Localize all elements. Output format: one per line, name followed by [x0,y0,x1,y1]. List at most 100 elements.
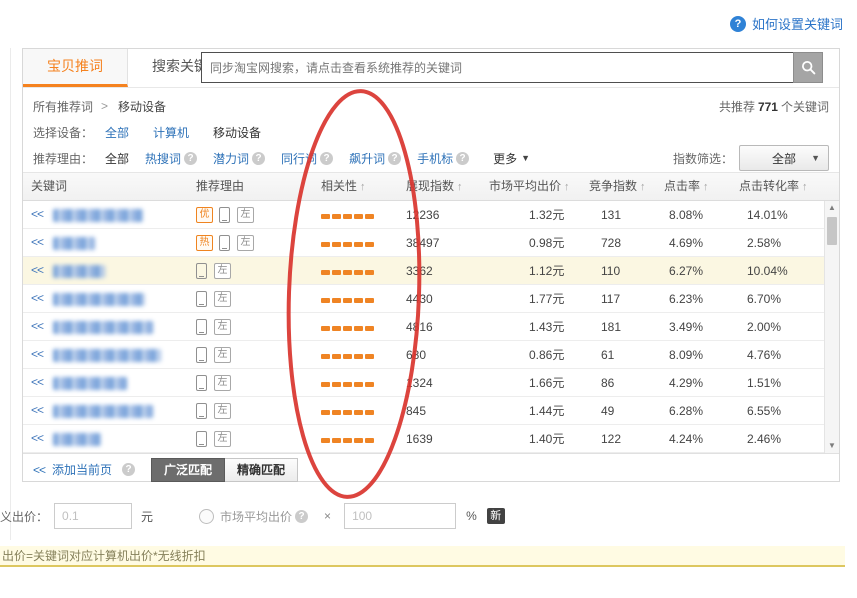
market-price-radio[interactable] [199,509,214,524]
reason-option-label[interactable]: 热搜词 [145,150,181,167]
help-icon[interactable]: ? [388,152,401,165]
ctr-value: 4.24% [656,432,731,446]
breadcrumb-root[interactable]: 所有推荐词 [33,98,93,115]
keyword-text-redacted[interactable] [53,237,95,250]
market-percent-input[interactable] [344,503,456,529]
badge-you: 优 [196,207,213,223]
column-header-8[interactable]: 点击转化率↑ [731,173,821,200]
add-keyword-arrows[interactable]: << [31,403,43,417]
summary-prefix: 共推荐 [719,100,755,114]
reason-option-6[interactable]: 手机标? [417,150,469,167]
mobile-device-icon [196,347,207,363]
device-option-3[interactable]: 移动设备 [213,126,261,140]
sort-arrow-icon[interactable]: ↑ [640,181,646,193]
reason-option-3[interactable]: 潜力词? [213,150,265,167]
search-button[interactable] [793,52,823,83]
relevance-segment [343,298,352,303]
reason-option-5[interactable]: 飙升词? [349,150,401,167]
relevance-segment [354,438,363,443]
how-to-set-keywords-link[interactable]: ? 如何设置关键词 [730,14,843,33]
scroll-up-arrow-icon[interactable]: ▲ [825,201,839,215]
add-keyword-arrows[interactable]: << [31,235,43,249]
relevance-cell [313,292,398,306]
add-keyword-arrows[interactable]: << [31,431,43,445]
index-filter: 指数筛选： 全部 ▼ [673,145,829,171]
device-option-2[interactable]: 计算机 [153,126,189,140]
keyword-text-redacted[interactable] [53,265,105,278]
help-icon[interactable]: ? [184,152,197,165]
relevance-segment [332,326,341,331]
breadcrumb-separator: > [101,99,108,113]
reason-option-label[interactable]: 手机标 [417,150,453,167]
reason-option-4[interactable]: 同行词? [281,150,333,167]
avg-price-value: 1.44元 [481,402,581,419]
reason-option-2[interactable]: 热搜词? [145,150,197,167]
custom-bid-input[interactable] [54,503,132,529]
market-price-help-icon[interactable]: ? [295,510,308,523]
device-option-1[interactable]: 全部 [105,126,129,140]
sort-arrow-icon[interactable]: ↑ [457,181,463,193]
conversion-value: 6.55% [731,404,821,418]
more-filters-button[interactable]: 更多 ▼ [493,150,530,167]
relevance-cell [313,376,398,390]
search-input[interactable] [201,52,793,83]
add-keyword-arrows[interactable]: << [31,263,43,277]
add-current-page-link[interactable]: 添加当前页 [52,461,112,478]
column-header-4[interactable]: 展现指数↑ [398,173,481,200]
reason-option-label[interactable]: 潜力词 [213,150,249,167]
column-header-3[interactable]: 相关性↑ [313,173,398,200]
add-keyword-arrows[interactable]: << [31,375,43,389]
broad-match-button[interactable]: 广泛匹配 [151,458,225,482]
relevance-segment [354,298,363,303]
table-row: << 优左 12236 1.32元 131 8.08% 14.01% [23,201,824,229]
keyword-text-redacted[interactable] [53,321,153,334]
reason-option-1[interactable]: 全部 [105,150,129,167]
keyword-text-redacted[interactable] [53,377,127,390]
keyword-text-redacted[interactable] [53,405,153,418]
table-row: << 热左 38497 0.98元 728 4.69% 2.58% [23,229,824,257]
scroll-down-arrow-icon[interactable]: ▼ [825,439,839,453]
column-header-5[interactable]: 市场平均出价↑ [481,173,581,200]
more-label[interactable]: 更多 [493,150,517,167]
sort-arrow-icon[interactable]: ↑ [564,181,570,193]
relevance-segment [321,298,330,303]
help-icon[interactable]: ? [252,152,265,165]
reason-badges-cell: 左 [188,403,313,419]
index-filter-dropdown[interactable]: 全部 ▼ [739,145,829,171]
sort-arrow-icon[interactable]: ↑ [703,181,709,193]
reason-option-label[interactable]: 飙升词 [349,150,385,167]
ctr-value: 4.29% [656,376,731,390]
sort-arrow-icon[interactable]: ↑ [360,181,366,193]
column-header-7[interactable]: 点击率↑ [656,173,731,200]
reason-option-label[interactable]: 同行词 [281,150,317,167]
keyword-text-redacted[interactable] [53,433,101,446]
reason-badges-cell: 左 [188,319,313,335]
add-page-help-icon[interactable]: ? [122,463,135,476]
add-keyword-arrows[interactable]: << [31,291,43,305]
add-keyword-arrows[interactable]: << [31,207,43,221]
sort-arrow-icon[interactable]: ↑ [802,181,808,193]
total-keywords-summary: 共推荐771个关键词 [719,98,829,115]
exact-match-button[interactable]: 精确匹配 [225,458,298,482]
help-link-label[interactable]: 如何设置关键词 [752,14,843,33]
help-icon[interactable]: ? [320,152,333,165]
column-header-6[interactable]: 竞争指数↑ [581,173,656,200]
reason-filter-options: 全部热搜词?潜力词?同行词?飙升词?手机标? [105,150,485,167]
column-label: 点击率 [664,179,700,193]
keyword-text-redacted[interactable] [53,293,145,306]
add-keyword-arrows[interactable]: << [31,347,43,361]
help-icon[interactable]: ? [456,152,469,165]
tab-item-recommend[interactable]: 宝贝推词 [23,49,128,87]
reason-option-label[interactable]: 全部 [105,150,129,167]
scrollbar-thumb[interactable] [827,217,837,245]
keyword-search-box [201,52,823,83]
relevance-segment [354,410,363,415]
column-label: 相关性 [321,179,357,193]
table-scrollbar[interactable]: ▲ ▼ [824,201,839,453]
relevance-segment [321,214,330,219]
keyword-text-redacted[interactable] [53,209,143,222]
column-header-2: 推荐理由 [188,173,313,200]
keyword-text-redacted[interactable] [53,349,161,362]
table-row: << 左 845 1.44元 49 6.28% 6.55% [23,397,824,425]
add-keyword-arrows[interactable]: << [31,319,43,333]
